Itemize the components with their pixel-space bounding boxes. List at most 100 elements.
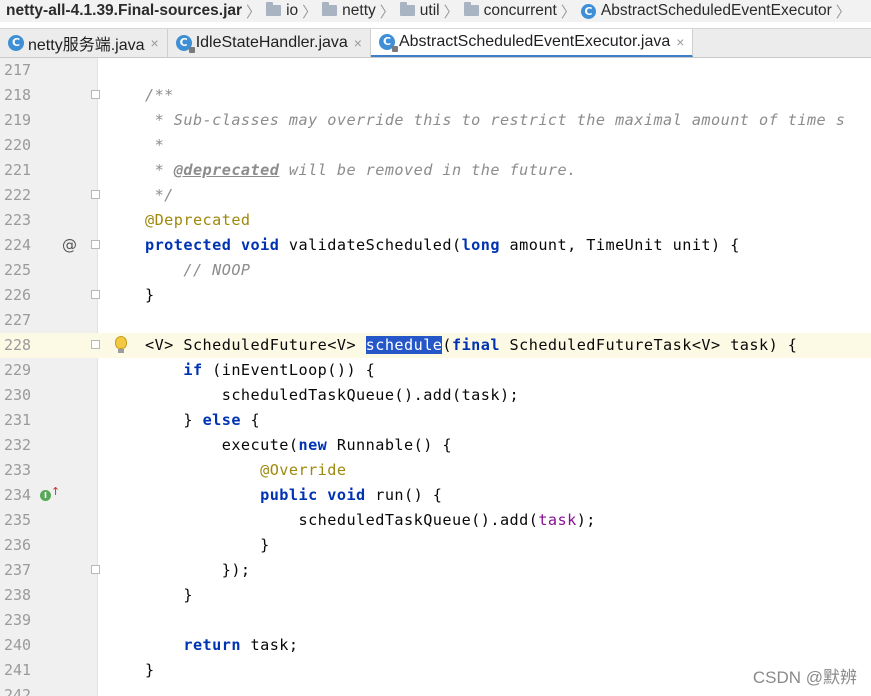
code-line-228: 228 <V> ScheduledFuture<V> schedule(final… — [0, 333, 871, 358]
implements-method-icon[interactable]: I — [40, 490, 51, 501]
class-icon: C — [378, 34, 398, 52]
code-text[interactable]: */ — [145, 183, 174, 208]
code-line-233: 233 @Override — [0, 458, 871, 483]
selected-identifier: schedule — [365, 336, 443, 354]
breadcrumb-folder-label: io — [286, 2, 299, 19]
code-text[interactable]: } — [145, 658, 155, 683]
code-line-226: 226} — [0, 283, 871, 308]
code-text[interactable]: @Deprecated — [145, 208, 251, 233]
code-line-217: 217 — [0, 58, 871, 83]
code-token: @Override — [260, 461, 347, 479]
line-number: 217 — [4, 61, 32, 79]
code-line-235: 235 scheduledTaskQueue().add(task); — [0, 508, 871, 533]
breadcrumb-folder-concurrent[interactable]: concurrent — [463, 0, 557, 22]
lightbulb-icon[interactable] — [115, 336, 127, 353]
code-text[interactable]: <V> ScheduledFuture<V> schedule(final Sc… — [145, 333, 797, 358]
editor-tabs: Cnetty服务端.java × C IdleStateHandler.java × C A… — [0, 28, 871, 58]
tab-3[interactable]: C AbstractScheduledEventExecutor.java × — [370, 29, 694, 57]
code-line-218: 218 /** — [0, 83, 871, 108]
code-text[interactable]: // NOOP — [145, 258, 251, 283]
code-text[interactable]: @Override — [145, 458, 346, 483]
code-line-222: 222 */ — [0, 183, 871, 208]
fold-marker-icon[interactable] — [91, 240, 100, 249]
fold-marker-icon[interactable] — [91, 340, 100, 349]
code-token: task; — [240, 636, 299, 654]
code-text[interactable]: } — [145, 583, 193, 608]
code-line-237: 237 }); — [0, 558, 871, 583]
line-number: 225 — [4, 261, 32, 279]
code-token: return — [183, 636, 241, 654]
code-line-223: 223 @Deprecated — [0, 208, 871, 233]
code-token: } — [145, 536, 270, 554]
line-number: 236 — [4, 536, 32, 554]
code-token: if — [183, 361, 203, 379]
code-token: } — [145, 586, 193, 604]
code-text[interactable]: * — [145, 133, 164, 158]
breadcrumb-class[interactable]: C AbstractScheduledEventExecutor — [580, 0, 832, 22]
line-number: 227 — [4, 311, 32, 329]
folder-icon — [399, 1, 415, 16]
code-text[interactable]: execute(new Runnable() { — [145, 433, 452, 458]
annotation-marker-icon[interactable]: @ — [62, 233, 77, 258]
code-token: { — [240, 411, 261, 429]
tab-1[interactable]: Cnetty服务端.java × — [0, 29, 168, 57]
code-token: */ — [145, 186, 174, 204]
breadcrumb-folder-io[interactable]: io — [266, 0, 298, 22]
watermark: CSDN @默辨 — [752, 668, 857, 687]
line-number: 221 — [4, 161, 32, 179]
code-token: void — [240, 236, 280, 254]
code-token: } — [145, 411, 203, 429]
code-token: task — [538, 511, 577, 529]
breadcrumb-separator: 〉 — [443, 3, 459, 21]
code-text[interactable]: * Sub-classes may override this to restr… — [145, 108, 845, 133]
code-editor[interactable]: 217 218 /** 219 * Sub-classes may override … — [0, 58, 871, 696]
fold-marker-icon[interactable] — [91, 565, 100, 574]
code-text[interactable]: protected void validateScheduled(long am… — [145, 233, 740, 258]
code-token: * — [145, 161, 174, 179]
breadcrumb-folder-util[interactable]: util — [399, 0, 440, 22]
code-line-231: 231 } else { — [0, 408, 871, 433]
line-number: 222 — [4, 186, 32, 204]
code-text[interactable]: /** — [145, 83, 174, 108]
code-token: Runnable() { — [327, 436, 452, 454]
code-text[interactable]: } else { — [145, 408, 260, 433]
code-text[interactable]: if (inEventLoop()) { — [145, 358, 375, 383]
line-number: 241 — [4, 661, 32, 679]
breadcrumb-jar[interactable]: netty-all-4.1.39.Final-sources.jar — [0, 0, 242, 22]
fold-marker-icon[interactable] — [91, 90, 100, 99]
code-text[interactable]: public void run() { — [145, 483, 442, 508]
close-icon[interactable]: × — [354, 35, 362, 51]
fold-marker-icon[interactable] — [91, 190, 100, 199]
code-line-242: 242 — [0, 683, 871, 696]
line-number: 224 — [4, 236, 32, 254]
arrow-up-icon: ↑ — [51, 485, 61, 498]
breadcrumb-separator: 〉 — [379, 3, 395, 21]
close-icon[interactable]: × — [676, 34, 684, 50]
code-text[interactable]: * @deprecated will be removed in the fut… — [145, 158, 577, 183]
breadcrumb-folder-label: netty — [342, 2, 376, 19]
code-line-239: 239 — [0, 608, 871, 633]
code-token: amount, TimeUnit unit) { — [499, 236, 740, 254]
code-text[interactable]: } — [145, 283, 155, 308]
code-token: } — [145, 661, 155, 679]
class-icon: C — [8, 35, 24, 51]
tab-label: netty服务端.java — [28, 37, 145, 54]
tab-label: AbstractScheduledEventExecutor.java — [398, 33, 671, 50]
code-text[interactable]: }); — [145, 558, 251, 583]
breadcrumb-separator: 〉 — [302, 3, 318, 21]
code-text[interactable]: scheduledTaskQueue().add(task); — [145, 383, 519, 408]
code-text[interactable]: return task; — [145, 633, 299, 658]
code-token: (inEventLoop()) { — [202, 361, 376, 379]
close-icon[interactable]: × — [151, 35, 159, 51]
code-line-236: 236 } — [0, 533, 871, 558]
code-text[interactable]: scheduledTaskQueue().add(task); — [145, 508, 596, 533]
fold-marker-icon[interactable] — [91, 290, 100, 299]
code-line-225: 225 // NOOP — [0, 258, 871, 283]
breadcrumb-class-label: AbstractScheduledEventExecutor — [600, 2, 832, 19]
tab-2[interactable]: C IdleStateHandler.java × — [168, 29, 371, 57]
breadcrumb-folder-netty[interactable]: netty — [322, 0, 376, 22]
class-icon: C — [175, 35, 195, 53]
code-text[interactable]: } — [145, 533, 270, 558]
